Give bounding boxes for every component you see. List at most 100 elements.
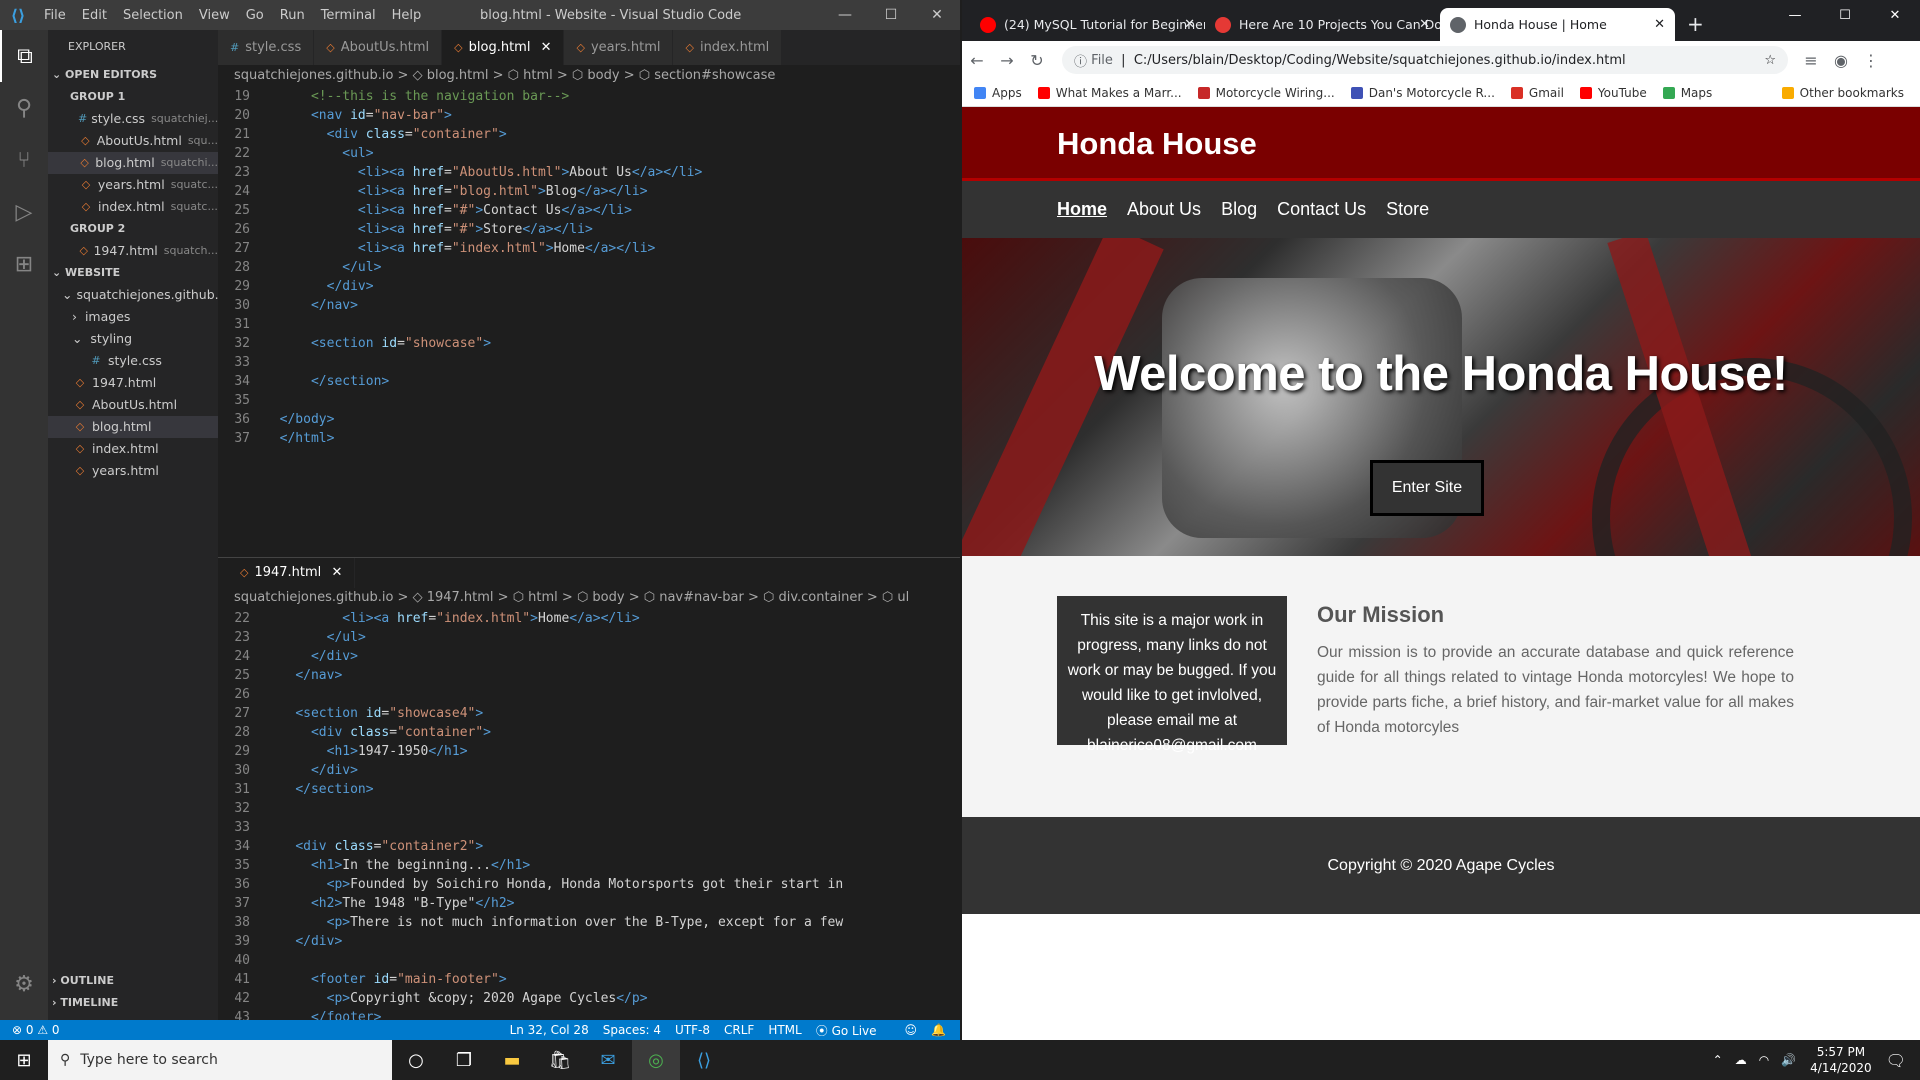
back-arrow-icon[interactable]: ←: [962, 51, 992, 70]
close-icon[interactable]: ✕: [1870, 0, 1920, 30]
url-text[interactable]: C:/Users/blain/Desktop/Coding/Website/sq…: [1134, 53, 1626, 68]
menu-item[interactable]: Run: [280, 8, 305, 23]
tree-root-folder[interactable]: ⌄ squatchiejones.github...: [48, 284, 218, 306]
code-line[interactable]: 20 <nav id="nav-bar">: [218, 106, 960, 125]
code-line[interactable]: 19 <!--this is the navigation bar-->: [218, 87, 960, 106]
tree-file-item[interactable]: ◇ blog.html: [48, 416, 218, 438]
open-editor-item[interactable]: ◇ AboutUs.html squ...: [48, 130, 218, 152]
site-nav-link[interactable]: Contact Us: [1277, 199, 1366, 220]
site-nav-link[interactable]: Store: [1386, 199, 1429, 220]
code-line[interactable]: 23 </ul>: [218, 628, 960, 647]
code-line[interactable]: 33: [218, 353, 960, 372]
code-line[interactable]: 23 <li><a href="AboutUs.html">About Us</…: [218, 163, 960, 182]
minimize-icon[interactable]: —: [1770, 0, 1820, 30]
enter-site-button[interactable]: Enter Site: [1370, 460, 1484, 516]
code-line[interactable]: 27 <li><a href="index.html">Home</a></li…: [218, 239, 960, 258]
go-live-button[interactable]: ⦿ Go Live: [816, 1022, 891, 1039]
file-explorer-icon[interactable]: ▬: [488, 1040, 536, 1080]
new-tab-icon[interactable]: +: [1675, 8, 1716, 41]
tree-file-style-css[interactable]: # style.css: [48, 350, 218, 372]
tree-folder-styling[interactable]: ⌄ styling: [48, 328, 218, 350]
info-icon[interactable]: ⓘ: [1074, 51, 1087, 70]
menu-item[interactable]: View: [199, 8, 230, 23]
menu-item[interactable]: Selection: [123, 8, 183, 23]
menu-item[interactable]: Terminal: [321, 8, 376, 23]
chrome-menu-icon[interactable]: ⋮: [1856, 51, 1886, 70]
code-line[interactable]: 27 <section id="showcase4">: [218, 704, 960, 723]
reload-icon[interactable]: ↻: [1022, 51, 1052, 70]
code-line[interactable]: 29 </div>: [218, 277, 960, 296]
code-line[interactable]: 35 <h1>In the beginning...</h1>: [218, 856, 960, 875]
code-line[interactable]: 39 </div>: [218, 932, 960, 951]
tree-file-item[interactable]: ◇ index.html: [48, 438, 218, 460]
tab-close-icon[interactable]: ✕: [1184, 17, 1195, 32]
tab-close-icon[interactable]: ✕: [1654, 17, 1665, 32]
language-status[interactable]: HTML: [768, 1023, 801, 1037]
maximize-icon[interactable]: ☐: [868, 0, 914, 30]
problems-status[interactable]: ⊗ 0 ⚠ 0: [12, 1023, 60, 1037]
bookmark-item[interactable]: Gmail: [1510, 86, 1564, 100]
code-line[interactable]: 24 <li><a href="blog.html">Blog</a></li>: [218, 182, 960, 201]
code-editor-top[interactable]: 19 <!--this is the navigation bar--> 20 <…: [218, 87, 960, 557]
breadcrumb-bottom[interactable]: squatchiejones.github.io > ◇ 1947.html >…: [218, 587, 960, 609]
menu-item[interactable]: File: [44, 8, 66, 23]
tab-close-icon[interactable]: ✕: [1419, 17, 1430, 32]
editor-tab-1947[interactable]: ◇ 1947.html ✕: [228, 557, 356, 588]
timeline-section[interactable]: › TIMELINE: [48, 992, 218, 1014]
code-line[interactable]: 30 </div>: [218, 761, 960, 780]
store-icon[interactable]: 🛍: [536, 1040, 584, 1080]
code-line[interactable]: 31: [218, 315, 960, 334]
encoding-status[interactable]: UTF-8: [675, 1023, 710, 1037]
cursor-position[interactable]: Ln 32, Col 28: [510, 1023, 589, 1037]
other-bookmarks[interactable]: Other bookmarks: [1781, 86, 1904, 100]
site-nav-link[interactable]: Blog: [1221, 199, 1257, 220]
site-nav-link[interactable]: Home: [1057, 199, 1107, 220]
editor-tab[interactable]: ◇ index.html: [673, 30, 783, 65]
tree-file-item[interactable]: ◇ years.html: [48, 460, 218, 482]
code-line[interactable]: 42 <p>Copyright &copy; 2020 Agape Cycles…: [218, 989, 960, 1008]
bookmark-item[interactable]: Apps: [974, 86, 1022, 100]
minimize-icon[interactable]: —: [822, 0, 868, 30]
bookmark-item[interactable]: Dan's Motorcycle R...: [1350, 86, 1495, 100]
bookmark-star-icon[interactable]: ☆: [1764, 53, 1776, 68]
bookmark-item[interactable]: What Makes a Marr...: [1037, 86, 1182, 100]
media-control-icon[interactable]: ≡: [1796, 51, 1826, 70]
open-editors-section[interactable]: ⌄ OPEN EDITORS: [48, 64, 218, 86]
code-line[interactable]: 36 <p>Founded by Soichiro Honda, Honda M…: [218, 875, 960, 894]
code-line[interactable]: 30 </nav>: [218, 296, 960, 315]
menu-item[interactable]: Edit: [82, 8, 107, 23]
bookmark-item[interactable]: YouTube: [1579, 86, 1647, 100]
search-icon[interactable]: ⚲: [0, 82, 48, 134]
code-line[interactable]: 26: [218, 685, 960, 704]
action-center-icon[interactable]: 🗨: [1886, 1051, 1906, 1070]
code-line[interactable]: 40: [218, 951, 960, 970]
site-brand[interactable]: Honda House: [1057, 126, 1257, 161]
tab-close-icon[interactable]: ✕: [331, 565, 342, 580]
tab-close-icon[interactable]: ✕: [536, 40, 552, 55]
extensions-icon[interactable]: ⊞: [0, 238, 48, 290]
code-line[interactable]: 31 </section>: [218, 780, 960, 799]
code-line[interactable]: 36 </body>: [218, 410, 960, 429]
code-editor-bottom[interactable]: 22 <li><a href="index.html">Home</a></li…: [218, 609, 960, 1046]
code-line[interactable]: 22 <ul>: [218, 144, 960, 163]
task-view-icon[interactable]: ❐: [440, 1040, 488, 1080]
breadcrumb-top[interactable]: squatchiejones.github.io > ◇ blog.html >…: [218, 65, 960, 87]
code-line[interactable]: 37 <h2>The 1948 "B-Type"</h2>: [218, 894, 960, 913]
profile-avatar[interactable]: ◉: [1826, 51, 1856, 70]
code-line[interactable]: 22 <li><a href="index.html">Home</a></li…: [218, 609, 960, 628]
bookmark-item[interactable]: Motorcycle Wiring...: [1197, 86, 1335, 100]
notifications-bell-icon[interactable]: 🔔: [931, 1023, 946, 1037]
code-line[interactable]: 26 <li><a href="#">Store</a></li>: [218, 220, 960, 239]
menu-item[interactable]: Help: [392, 8, 422, 23]
onedrive-icon[interactable]: ☁: [1735, 1053, 1747, 1067]
browser-tab[interactable]: (24) MySQL Tutorial for Beginners ✕: [970, 8, 1205, 41]
code-line[interactable]: 24 </div>: [218, 647, 960, 666]
tree-file-item[interactable]: ◇ 1947.html: [48, 372, 218, 394]
source-control-icon[interactable]: ⑂: [0, 134, 48, 186]
open-editor-item[interactable]: ◇ index.html squatc...: [48, 196, 218, 218]
code-line[interactable]: 41 <footer id="main-footer">: [218, 970, 960, 989]
code-line[interactable]: 28 </ul>: [218, 258, 960, 277]
chrome-taskbar-icon[interactable]: ◎: [632, 1040, 680, 1080]
windows-start-icon[interactable]: ⊞: [0, 1040, 48, 1080]
browser-tab[interactable]: Honda House | Home ✕: [1440, 8, 1675, 41]
